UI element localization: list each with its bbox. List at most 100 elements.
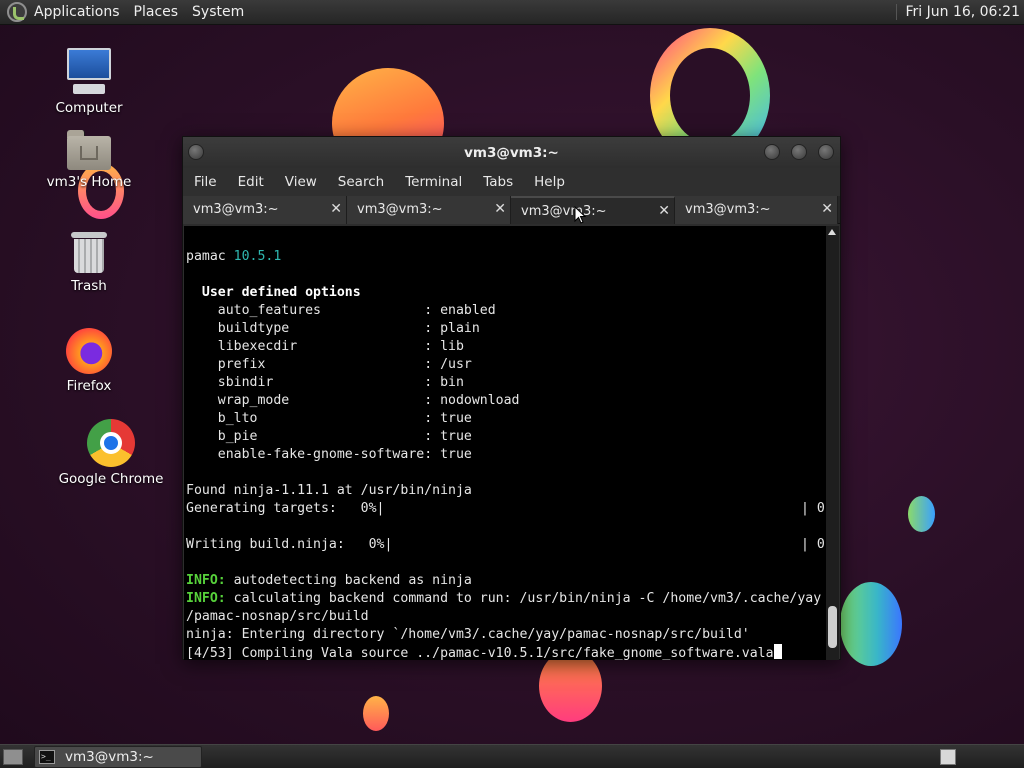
- terminal-line-compiling: [4/53] Compiling Vala source ../pamac-v1…: [186, 644, 827, 660]
- show-desktop-icon[interactable]: [3, 749, 23, 765]
- desktop-icon-label: Computer: [55, 100, 123, 116]
- tab-label: vm3@vm3:~: [357, 202, 443, 217]
- terminal-line-info-2: INFO: calculating backend command to run…: [186, 591, 822, 606]
- wallpaper-blob-tiny: [363, 696, 389, 731]
- window-title: vm3@vm3:~: [464, 144, 559, 161]
- menu-search[interactable]: Search: [338, 174, 384, 190]
- option-value: true: [440, 411, 472, 426]
- terminal-output[interactable]: pamac 10.5.1 User defined options auto_f…: [184, 226, 827, 660]
- menu-terminal[interactable]: Terminal: [405, 174, 462, 190]
- places-menu[interactable]: Places: [134, 4, 179, 20]
- option-key: b_pie: [217, 429, 258, 444]
- terminal-icon: >_: [39, 750, 55, 764]
- terminal-line-generating: Generating targets: 0%| | 0: [186, 501, 825, 516]
- home-folder-icon: [67, 130, 111, 170]
- taskbar-window-label: vm3@vm3:~: [65, 749, 154, 765]
- taskbar-window-button[interactable]: >_ vm3@vm3:~: [34, 746, 202, 768]
- option-row: enable-fake-gnome-software: true: [217, 447, 472, 462]
- menu-file[interactable]: File: [194, 174, 217, 190]
- terminal-line-heading: User defined options: [201, 285, 361, 300]
- option-value: true: [440, 447, 472, 462]
- chrome-icon: [87, 419, 135, 467]
- menu-help[interactable]: Help: [534, 174, 565, 190]
- option-value: nodownload: [440, 393, 520, 408]
- pamac-version: 10.5.1: [233, 249, 282, 264]
- tab-label: vm3@vm3:~: [193, 202, 279, 217]
- tab-2[interactable]: vm3@vm3:~ ✕: [347, 196, 511, 224]
- applications-menu[interactable]: Applications: [34, 4, 120, 20]
- menu-tabs[interactable]: Tabs: [483, 174, 513, 190]
- terminal-line-ninja: ninja: Entering directory `/home/vm3/.ca…: [186, 627, 750, 642]
- menubar: File Edit View Search Terminal Tabs Help: [183, 168, 840, 196]
- tab-4[interactable]: vm3@vm3:~ ✕: [675, 196, 838, 224]
- bottom-panel: >_ vm3@vm3:~: [0, 744, 1024, 768]
- menu-view[interactable]: View: [285, 174, 317, 190]
- terminal-cursor: [773, 644, 782, 659]
- terminal-line-writing: Writing build.ninja: 0%| | 0: [186, 537, 825, 552]
- option-key: b_lto: [217, 411, 258, 426]
- desktop-icon-label: vm3's Home: [46, 174, 132, 190]
- tab-1[interactable]: vm3@vm3:~ ✕: [183, 196, 347, 224]
- workspace-switcher[interactable]: [940, 749, 956, 765]
- tab-label: vm3@vm3:~: [521, 204, 607, 219]
- menu-edit[interactable]: Edit: [238, 174, 264, 190]
- option-value: bin: [440, 375, 464, 390]
- option-row: b_lto : true: [217, 411, 472, 426]
- window-titlebar[interactable]: vm3@vm3:~: [183, 137, 840, 168]
- wallpaper-blob-blue: [908, 496, 935, 532]
- scroll-up-icon[interactable]: [828, 229, 836, 235]
- option-key: enable-fake-gnome-software: [217, 447, 425, 462]
- mouse-pointer-icon: [574, 206, 586, 224]
- terminal-scrollbar[interactable]: [826, 226, 839, 660]
- option-key: wrap_mode: [217, 393, 290, 408]
- option-row: wrap_mode : nodownload: [217, 393, 520, 408]
- tab-close-icon[interactable]: ✕: [494, 201, 506, 217]
- desktop-icon-label: Google Chrome: [58, 471, 164, 487]
- option-row: buildtype : plain: [217, 321, 480, 336]
- maximize-button[interactable]: [791, 144, 807, 160]
- tab-label: vm3@vm3:~: [685, 202, 771, 217]
- minimize-button[interactable]: [764, 144, 780, 160]
- system-menu[interactable]: System: [192, 4, 244, 20]
- top-panel: Applications Places System Fri Jun 16, 0…: [0, 0, 1024, 25]
- tab-3-active[interactable]: vm3@vm3:~ ✕: [511, 196, 675, 224]
- tab-close-icon[interactable]: ✕: [330, 201, 342, 217]
- option-row: b_pie : true: [217, 429, 472, 444]
- firefox-icon: [66, 328, 112, 374]
- tab-close-icon[interactable]: ✕: [658, 203, 670, 219]
- options-list: auto_features : enabled buildtype : plai…: [186, 302, 827, 464]
- mint-menu-icon[interactable]: [7, 2, 27, 22]
- desktop-icon-home[interactable]: vm3's Home: [34, 130, 144, 190]
- terminal-line-info-1: INFO: autodetecting backend as ninja: [186, 573, 472, 588]
- desktop-icon-trash[interactable]: Trash: [34, 230, 144, 294]
- option-value: /usr: [440, 357, 472, 372]
- option-row: prefix : /usr: [217, 357, 472, 372]
- option-key: buildtype: [217, 321, 290, 336]
- option-value: enabled: [440, 303, 496, 318]
- wallpaper-blob-green: [840, 582, 902, 666]
- terminal-line-pamac: pamac 10.5.1: [186, 249, 282, 264]
- scrollbar-thumb[interactable]: [828, 606, 837, 648]
- window-menu-button[interactable]: [188, 144, 204, 160]
- clock[interactable]: Fri Jun 16, 06:21: [896, 4, 1020, 20]
- desktop-icon-label: Trash: [71, 278, 107, 294]
- tab-close-icon[interactable]: ✕: [821, 201, 833, 217]
- option-row: sbindir : bin: [217, 375, 464, 390]
- option-value: plain: [440, 321, 480, 336]
- option-value: true: [440, 429, 472, 444]
- option-key: sbindir: [217, 375, 274, 390]
- wallpaper-blob-pink: [539, 650, 602, 722]
- terminal-window[interactable]: vm3@vm3:~ File Edit View Search Terminal…: [182, 136, 841, 660]
- desktop-icon-chrome[interactable]: Google Chrome: [56, 419, 166, 487]
- desktop-icon-label: Firefox: [66, 378, 112, 394]
- close-button[interactable]: [818, 144, 834, 160]
- desktop-icon-computer[interactable]: Computer: [34, 46, 144, 116]
- desktop-icon-firefox[interactable]: Firefox: [34, 328, 144, 394]
- option-row: auto_features : enabled: [217, 303, 496, 318]
- option-row: libexecdir : lib: [217, 339, 464, 354]
